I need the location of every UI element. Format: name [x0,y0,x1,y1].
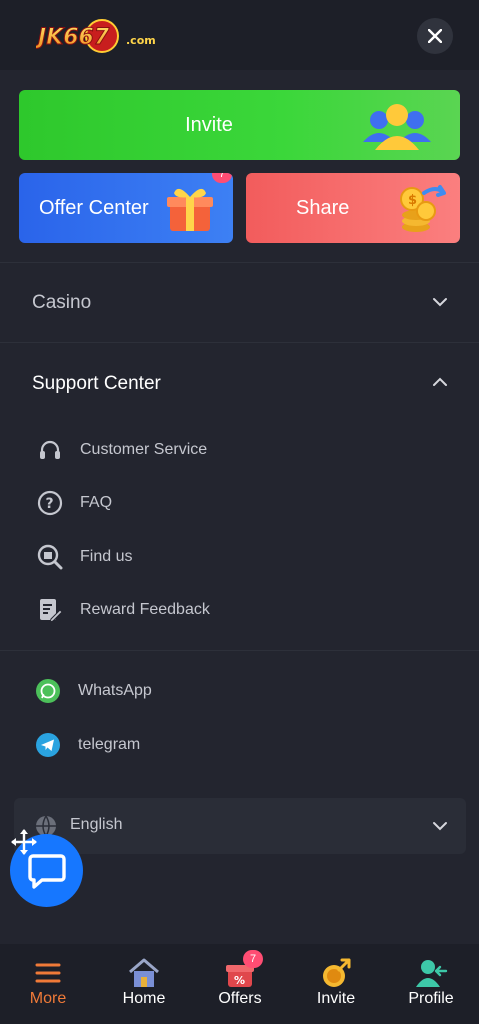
invite-card[interactable]: Invite [19,90,460,160]
offers-badge: 7 [243,950,263,968]
menu-item-customer-service[interactable]: Customer Service [36,434,207,466]
tab-label: More [29,990,67,1007]
svg-text:$: $ [408,193,417,208]
support-title: Support Center [32,373,161,394]
gift-icon: % 7 [223,950,263,990]
question-icon: ? [36,489,64,517]
headset-icon [36,436,64,464]
group-users-icon [363,104,431,150]
chevron-down-icon [433,822,447,831]
whatsapp-icon [34,677,62,705]
profile-icon [414,956,448,990]
close-button[interactable] [417,18,453,54]
tab-home[interactable]: Home [96,944,192,1024]
svg-text:%: % [234,974,245,987]
menu-item-reward-feedback[interactable]: Reward Feedback [36,594,210,626]
menu-item-faq[interactable]: ? FAQ [36,487,112,519]
telegram-icon [34,731,62,759]
menu-item-find-us[interactable]: Find us [36,541,132,573]
tab-invite[interactable]: Invite [288,944,384,1024]
menu-icon [31,956,65,990]
tab-more[interactable]: More [0,944,96,1024]
tab-offers[interactable]: % 7 Offers [192,944,288,1024]
chat-bubble-icon [27,853,66,889]
offer-center-label: Offer Center [39,196,149,219]
casino-title: Casino [32,292,92,313]
svg-text:JK667: JK667 [36,25,110,50]
share-card[interactable]: Share $ [246,173,460,243]
casino-section-header[interactable]: Casino [0,262,479,342]
logo[interactable]: JK667 .com [36,14,160,58]
share-label: Share [296,196,350,219]
header: JK667 .com [0,0,479,70]
tab-label: Profile [408,990,454,1007]
tab-label: Home [122,990,166,1007]
close-icon [428,29,442,43]
bottom-tab-bar: More Home % 7 Offers Invite Profile [0,944,479,1024]
menu-item-label: Customer Service [80,441,208,458]
offer-center-card[interactable]: Offer Center 7 [19,173,233,243]
drag-handle-icon[interactable] [10,828,38,856]
menu-item-label: Find us [80,548,133,565]
feedback-icon [36,596,64,624]
chevron-up-icon [433,377,447,386]
invite-icon [319,956,353,990]
menu-item-whatsapp[interactable]: WhatsApp [34,675,152,707]
menu-item-label: WhatsApp [78,682,152,699]
divider [0,650,479,651]
svg-text:.com: .com [126,34,156,47]
language-selector[interactable]: English [14,798,466,854]
offer-center-badge: 7 [212,173,232,183]
menu-item-label: FAQ [80,494,113,511]
tab-label: Invite [316,990,356,1007]
home-icon [127,956,161,990]
support-section-header[interactable]: Support Center [0,343,479,423]
gift-box-icon [167,188,213,231]
find-us-icon [36,543,64,571]
invite-card-label: Invite [185,113,233,136]
menu-item-telegram[interactable]: telegram [34,729,140,761]
language-label: English [70,816,123,833]
menu-item-label: Reward Feedback [80,601,210,618]
chevron-down-icon [433,298,447,307]
tab-label: Offers [218,990,262,1007]
coins-share-icon: $ [400,185,446,232]
menu-item-label: telegram [78,736,141,753]
svg-text:?: ? [46,496,54,512]
tab-profile[interactable]: Profile [383,944,479,1024]
